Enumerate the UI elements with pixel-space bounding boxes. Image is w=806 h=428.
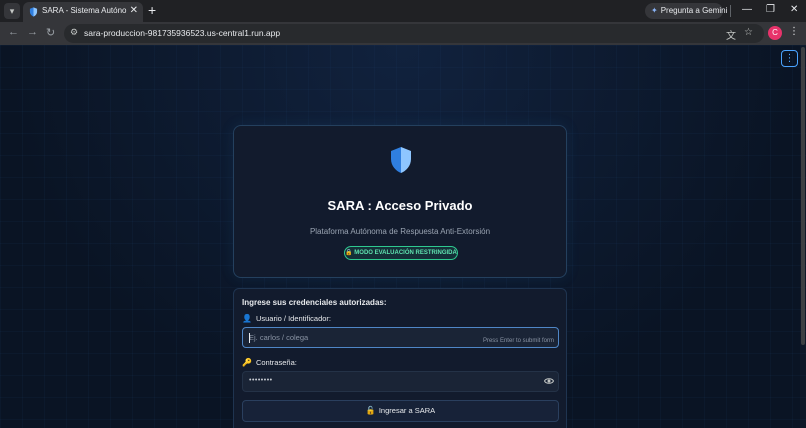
page-subtitle: Plataforma Autónoma de Respuesta Anti-Ex… (309, 227, 491, 236)
unlock-icon: 🔓 (365, 406, 376, 415)
app-menu-icon[interactable]: ⋮ (781, 50, 798, 67)
browser-menu-icon[interactable]: ⋮ (789, 26, 799, 37)
gemini-label: Pregunta a Gemini (660, 6, 728, 15)
address-bar[interactable]: ⚙ sara-produccion-981735936523.us-centra… (64, 24, 764, 43)
browser-toolbar: ← → ↻ ⚙ sara-produccion-981735936523.us-… (0, 22, 806, 45)
page-title: SARA : Acceso Privado (327, 198, 473, 213)
username-field[interactable]: Press Enter to submit form (242, 327, 559, 348)
password-field[interactable]: •••••••• (242, 371, 559, 392)
scrollbar-thumb[interactable] (801, 47, 805, 345)
profile-avatar[interactable]: C (768, 26, 782, 40)
new-tab-button[interactable]: + (148, 2, 156, 18)
bookmark-star-icon[interactable]: ☆ (744, 27, 753, 38)
key-icon: 🔑 (242, 358, 252, 367)
password-label-text: Contraseña: (255, 358, 297, 367)
form-heading: Ingrese sus credenciales autorizadas: (242, 298, 387, 307)
login-form: Ingrese sus credenciales autorizadas: 👤 U… (233, 288, 567, 428)
url-text[interactable]: sara-produccion-981735936523.us-central1… (84, 28, 280, 38)
minimize-icon[interactable]: — (742, 4, 752, 15)
user-icon: 👤 (242, 314, 252, 323)
text-caret (249, 333, 250, 343)
shield-logo-icon (391, 147, 411, 173)
page-viewport: ⋮ SARA : Acceso Privado Plataforma Autón… (0, 45, 806, 428)
page-scrollbar[interactable] (800, 45, 806, 428)
show-password-eye-icon[interactable] (544, 376, 554, 386)
shield-favicon-icon (29, 7, 38, 17)
password-value[interactable]: •••••••• (249, 377, 273, 384)
tab-search-button[interactable]: ▾ (4, 3, 20, 19)
tab-close-icon[interactable]: ✕ (130, 5, 138, 16)
submit-label: Ingresar a SARA (378, 406, 436, 415)
username-label: 👤 Usuario / Identificador: (242, 314, 331, 323)
browser-tab-bar: ▾ SARA - Sistema Autónomo de ✕ + ✦Pregun… (0, 0, 806, 22)
window-close-icon[interactable]: ✕ (790, 4, 798, 15)
username-input[interactable] (243, 328, 463, 347)
site-info-icon[interactable]: ⚙ (70, 27, 78, 38)
translate-icon[interactable]: 文 (726, 27, 736, 42)
restore-icon[interactable]: ❐ (766, 4, 775, 15)
restricted-mode-badge: 🔒 MODO EVALUACIÓN RESTRINGIDA (344, 246, 458, 260)
gemini-button[interactable]: ✦ Pregunta a Gemini (645, 3, 727, 19)
gemini-spark-icon: ✦ (651, 6, 658, 15)
reload-icon[interactable]: ↻ (46, 26, 55, 39)
enter-submit-hint: Press Enter to submit form (482, 338, 554, 344)
login-submit-button[interactable]: 🔓 Ingresar a SARA (242, 400, 559, 422)
toolbar-divider (730, 5, 731, 17)
back-icon[interactable]: ← (8, 26, 19, 38)
hero-card: SARA : Acceso Privado Plataforma Autónom… (233, 125, 567, 278)
password-label: 🔑 Contraseña: (242, 358, 297, 367)
browser-tab-active[interactable]: SARA - Sistema Autónomo de ✕ (23, 2, 143, 22)
username-label-text: Usuario / Identificador: (255, 314, 332, 323)
forward-icon[interactable]: → (27, 26, 38, 38)
tab-title: SARA - Sistema Autónomo de (42, 6, 127, 15)
